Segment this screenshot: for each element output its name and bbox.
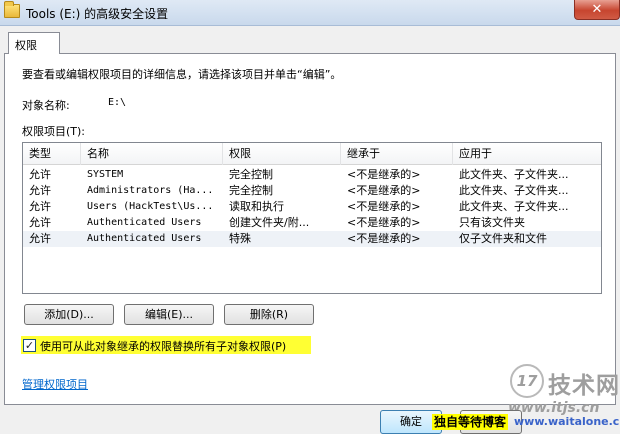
cell-type: 允许 bbox=[29, 168, 51, 181]
cell-inherited: <不是继承的> bbox=[347, 184, 421, 197]
add-button[interactable]: 添加(D)... bbox=[24, 304, 114, 325]
cell-name: SYSTEM bbox=[87, 169, 124, 180]
table-row[interactable]: 允许 Authenticated Users 特殊 <不是继承的> 仅子文件夹和… bbox=[23, 231, 601, 247]
cell-inherited: <不是继承的> bbox=[347, 200, 421, 213]
cell-name: Administrators (Ha... bbox=[87, 185, 214, 196]
watermark-text: 技术网 bbox=[548, 373, 620, 399]
column-header-name[interactable]: 名称 bbox=[81, 143, 223, 165]
cell-applies: 此文件夹、子文件夹... bbox=[459, 184, 569, 197]
cell-inherited: <不是继承的> bbox=[347, 216, 421, 229]
cell-permission: 完全控制 bbox=[229, 168, 273, 181]
folder-icon bbox=[4, 1, 20, 18]
table-row[interactable]: 允许 Users (HackTest\Us... 读取和执行 <不是继承的> 此… bbox=[23, 199, 601, 215]
permission-entries-list[interactable]: 类型 名称 权限 继承于 应用于 允许 SYSTEM 完全控制 <不是继承的> … bbox=[22, 142, 602, 294]
cell-inherited: <不是继承的> bbox=[347, 232, 421, 245]
cell-type: 允许 bbox=[29, 200, 51, 213]
close-button[interactable]: ✕ bbox=[574, 0, 620, 20]
watermark-blog-url: www.waitalone.cn bbox=[514, 415, 620, 428]
replace-permissions-label: 使用可从此对象继承的权限替换所有子对象权限(P) bbox=[40, 340, 287, 353]
manage-permissions-link[interactable]: 管理权限项目 bbox=[22, 376, 88, 392]
permission-entries-label: 权限项目(T): bbox=[22, 125, 86, 138]
object-name-label: 对象名称: bbox=[22, 99, 70, 112]
watermark-logo: 17 bbox=[510, 364, 544, 398]
edit-button[interactable]: 编辑(E)... bbox=[124, 304, 214, 325]
cell-type: 允许 bbox=[29, 216, 51, 229]
table-row[interactable]: 允许 SYSTEM 完全控制 <不是继承的> 此文件夹、子文件夹... bbox=[23, 167, 601, 183]
column-header-inherited[interactable]: 继承于 bbox=[341, 143, 453, 165]
cell-name: Users (HackTest\Us... bbox=[87, 201, 214, 212]
tab-permissions[interactable]: 权限 bbox=[8, 32, 60, 54]
cell-type: 允许 bbox=[29, 232, 51, 245]
cell-permission: 读取和执行 bbox=[229, 200, 284, 213]
cell-name: Authenticated Users bbox=[87, 217, 202, 228]
replace-permissions-checkbox[interactable]: ✓ bbox=[23, 339, 36, 352]
column-header-type[interactable]: 类型 bbox=[23, 143, 81, 165]
title-bar: Tools (E:) 的高级安全设置 ✕ bbox=[0, 0, 620, 26]
remove-button[interactable]: 删除(R) bbox=[224, 304, 314, 325]
cell-inherited: <不是继承的> bbox=[347, 168, 421, 181]
cell-type: 允许 bbox=[29, 184, 51, 197]
cell-applies: 只有该文件夹 bbox=[459, 216, 525, 229]
security-settings-window: Tools (E:) 的高级安全设置 ✕ 权限 要查看或编辑权限项目的详细信息，… bbox=[0, 0, 620, 434]
watermark-blog-tag: 独自等待博客 bbox=[432, 414, 509, 430]
object-name-value: E:\ bbox=[108, 97, 127, 108]
cell-permission: 完全控制 bbox=[229, 184, 273, 197]
replace-permissions-option[interactable]: ✓ 使用可从此对象继承的权限替换所有子对象权限(P) bbox=[21, 336, 311, 354]
cell-permission: 特殊 bbox=[229, 232, 251, 245]
cell-applies: 此文件夹、子文件夹... bbox=[459, 168, 569, 181]
table-row[interactable]: 允许 Administrators (Ha... 完全控制 <不是继承的> 此文… bbox=[23, 183, 601, 199]
window-title: Tools (E:) 的高级安全设置 bbox=[26, 7, 169, 21]
column-header-applies[interactable]: 应用于 bbox=[453, 143, 601, 165]
list-header: 类型 名称 权限 继承于 应用于 bbox=[23, 143, 601, 165]
intro-text: 要查看或编辑权限项目的详细信息，请选择该项目并单击“编辑”。 bbox=[22, 68, 342, 81]
cell-permission: 创建文件夹/附... bbox=[229, 216, 310, 229]
table-row[interactable]: 允许 Authenticated Users 创建文件夹/附... <不是继承的… bbox=[23, 215, 601, 231]
cell-name: Authenticated Users bbox=[87, 233, 202, 244]
ok-button-label: 确定 bbox=[400, 415, 422, 428]
cell-applies: 此文件夹、子文件夹... bbox=[459, 200, 569, 213]
column-header-permission[interactable]: 权限 bbox=[223, 143, 341, 165]
cell-applies: 仅子文件夹和文件 bbox=[459, 232, 547, 245]
